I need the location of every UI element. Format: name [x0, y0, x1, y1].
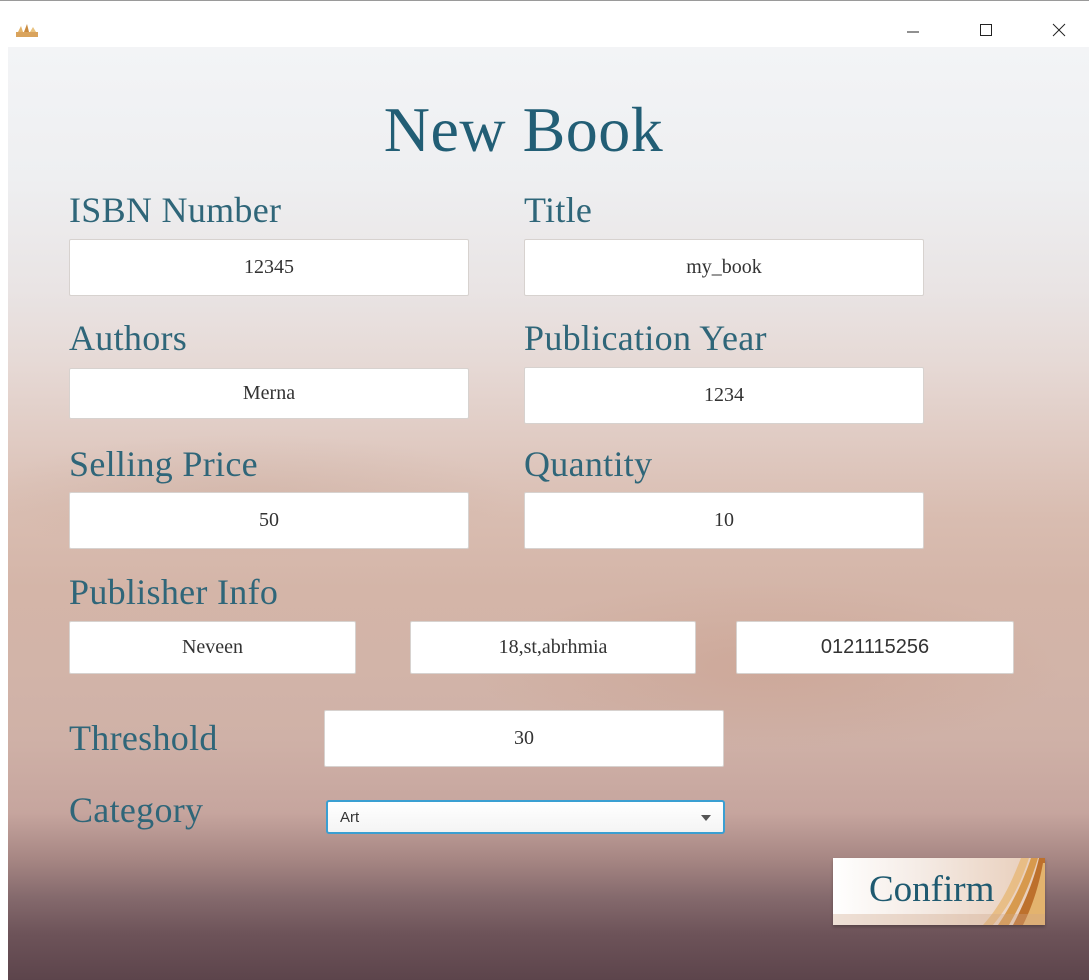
publisher-name-input[interactable]: Neveen [69, 621, 356, 674]
close-icon [1052, 23, 1066, 37]
confirm-label: Confirm [869, 869, 995, 910]
isbn-input[interactable]: 12345 [69, 239, 469, 296]
selling-price-input[interactable]: 50 [69, 492, 469, 549]
form-panel: New Book ISBN Number 12345 Title my_book… [8, 47, 1089, 980]
minimize-button[interactable] [890, 13, 936, 47]
maximize-icon [980, 24, 992, 36]
confirm-button[interactable]: Confirm [833, 858, 1045, 925]
publisher-info-label: Publisher Info [69, 572, 279, 612]
publication-year-label: Publication Year [524, 318, 767, 358]
authors-input[interactable]: Merna [69, 368, 469, 419]
publisher-phone-input[interactable]: 0121115256 [736, 621, 1014, 674]
category-selected-value: Art [340, 809, 360, 826]
maximize-button[interactable] [963, 13, 1009, 47]
page-title: New Book [383, 94, 664, 165]
threshold-label: Threshold [69, 718, 218, 758]
isbn-label: ISBN Number [69, 190, 282, 230]
publisher-address-input[interactable]: 18,st,abrhmia [410, 621, 696, 674]
title-bar [0, 1, 1089, 47]
category-label: Category [69, 790, 204, 830]
title-label: Title [524, 190, 593, 230]
quantity-input[interactable]: 10 [524, 492, 924, 549]
minimize-icon [907, 31, 919, 33]
chevron-down-icon [701, 815, 711, 821]
app-window: New Book ISBN Number 12345 Title my_book… [0, 0, 1089, 980]
quantity-label: Quantity [524, 444, 653, 484]
title-input[interactable]: my_book [524, 239, 924, 296]
books-app-icon [16, 24, 38, 37]
category-select[interactable]: Art [326, 800, 725, 834]
selling-price-label: Selling Price [69, 444, 258, 484]
publication-year-input[interactable]: 1234 [524, 367, 924, 424]
threshold-input[interactable]: 30 [324, 710, 724, 767]
close-button[interactable] [1036, 13, 1082, 47]
authors-label: Authors [69, 318, 188, 358]
